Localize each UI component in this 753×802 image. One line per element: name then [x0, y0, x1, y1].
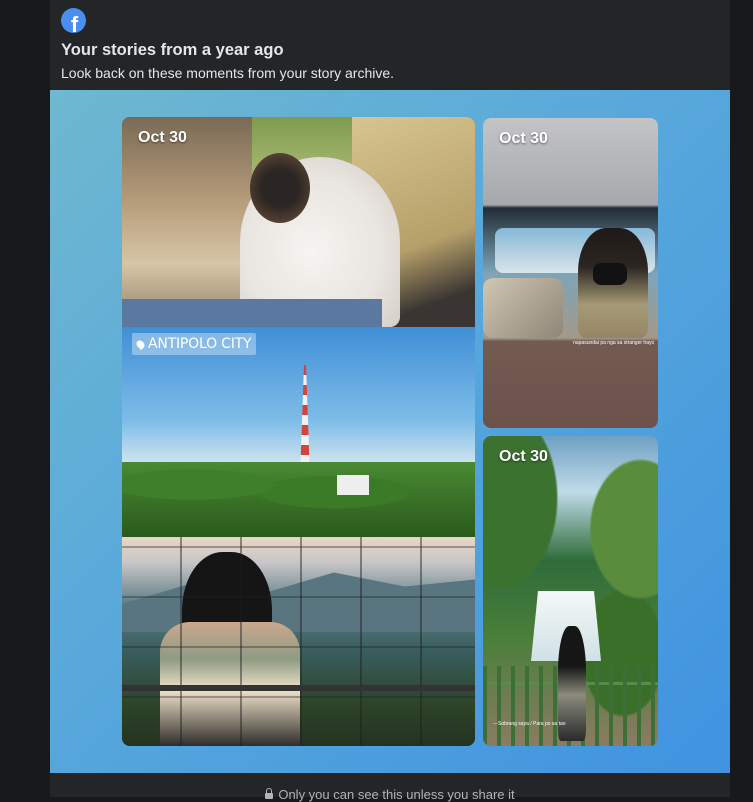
lock-icon — [265, 788, 274, 799]
location-pin-icon — [134, 338, 147, 350]
tower-photo: ANTIPOLO CITY — [122, 327, 475, 537]
right-gutter — [730, 0, 753, 797]
jeans — [122, 299, 382, 327]
tree-line — [122, 462, 475, 537]
radio-tower — [300, 365, 310, 477]
story-date: Oct 30 — [499, 448, 548, 465]
story-tile-2[interactable]: napasundai pa nga sa stranger hays Oct 3… — [483, 118, 658, 428]
left-gutter — [0, 0, 50, 797]
building — [337, 475, 369, 495]
card-header: f Your stories from a year ago Look back… — [50, 0, 730, 90]
facebook-icon: f — [61, 8, 86, 33]
safety-net — [122, 537, 475, 746]
privacy-note-text: Only you can see this unless you share i… — [278, 787, 515, 802]
privacy-note: Only you can see this unless you share i… — [50, 787, 730, 802]
location-sticker-label: ANTIPOLO CITY — [148, 336, 252, 352]
story-caption: napasundai pa nga sa stranger hays — [573, 340, 654, 346]
face-mask — [593, 263, 627, 285]
card-title: Your stories from a year ago — [61, 41, 284, 59]
memories-card: f Your stories from a year ago Look back… — [50, 0, 730, 802]
cat-patch — [250, 153, 310, 223]
story-date: Oct 30 — [499, 130, 548, 147]
viewpoint-photo — [122, 537, 475, 746]
story-tile-1[interactable]: ANTIPOLO CITY Oct 30 — [122, 117, 475, 746]
location-sticker: ANTIPOLO CITY — [132, 333, 257, 355]
railing — [122, 685, 475, 691]
card-subtitle: Look back on these moments from your sto… — [61, 65, 395, 81]
story-date: Oct 30 — [138, 129, 187, 146]
story-tile-3[interactable]: ---Sobrang saya / Para po sa tao Oct 30 — [483, 436, 658, 746]
bag — [483, 278, 563, 338]
story-caption: ---Sobrang saya / Para po sa tao — [493, 721, 566, 727]
card-footer: Only you can see this unless you share i… — [50, 773, 730, 802]
cat-photo — [122, 117, 475, 327]
stories-collage: ANTIPOLO CITY Oct 30 napasundai pa nga s… — [50, 90, 730, 773]
